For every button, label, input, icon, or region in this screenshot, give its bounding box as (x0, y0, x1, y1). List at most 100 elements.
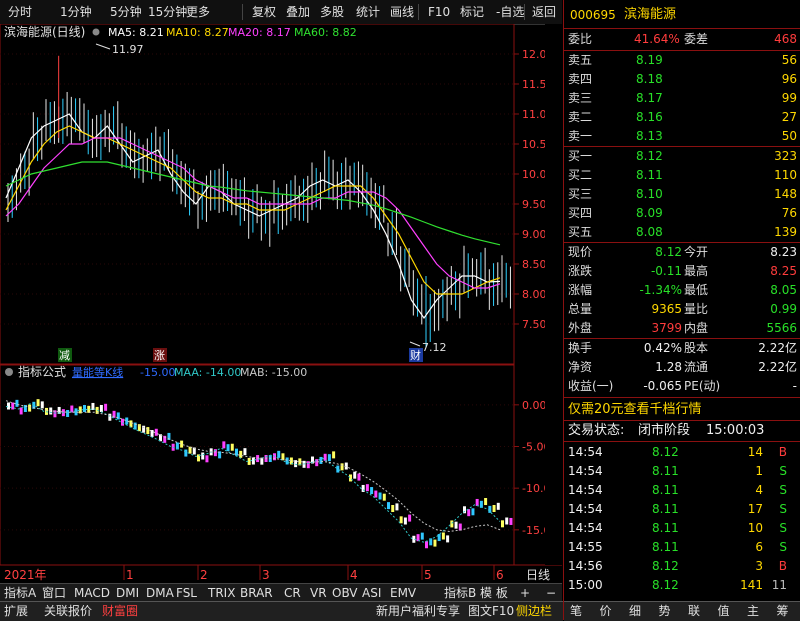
indicator-tab-16[interactable]: − (546, 584, 556, 602)
toolbar-button-5[interactable]: 复权 (252, 0, 276, 24)
tick-volume: 1 (755, 464, 763, 478)
fin-value: - (792, 379, 797, 393)
stat-label: 内盘 (684, 321, 709, 335)
status-right-1[interactable]: 图文F10 (468, 602, 514, 621)
fin-label: 换手 (568, 341, 593, 355)
time-axis-period[interactable]: 日线 (526, 568, 550, 582)
sell-price: 8.13 (636, 129, 663, 143)
sell-row[interactable]: 卖五 8.19 56 (564, 51, 800, 70)
panel-tab-5[interactable]: 值 (718, 602, 730, 621)
marker-jian[interactable]: 减 (59, 349, 70, 362)
indicator-legend-0: -15.00 (140, 366, 175, 379)
indicator-name[interactable]: 量能等K线 (72, 365, 123, 379)
indicator-bar (277, 450, 281, 458)
indicator-tab-0[interactable]: 指标A (4, 584, 36, 602)
indicator-tabs: 指标A 窗口 MACD DMI DMA FSL TRIX BRAR CR VR OBV ASI EMV 指… (0, 583, 562, 602)
panel-tab-0[interactable]: 笔 (570, 602, 582, 621)
stat-value: 8.25 (770, 264, 797, 278)
tick-time: 14:55 (568, 540, 603, 554)
indicator-tab-5[interactable]: FSL (176, 584, 197, 602)
toolbar-button-3[interactable]: 15分钟 (148, 0, 187, 24)
indicator-tab-1[interactable]: 窗口 (42, 584, 66, 602)
indicator-tab-9[interactable]: VR (310, 584, 327, 602)
panel-tab-2[interactable]: 细 (629, 602, 641, 621)
tick-price: 8.11 (652, 521, 679, 535)
toolbar-button-6[interactable]: 叠加 (286, 0, 310, 24)
indicator-tab-8[interactable]: CR (284, 584, 301, 602)
stock-code[interactable]: 000695 (570, 4, 616, 26)
toolbar-button-4[interactable]: 更多 (186, 0, 210, 24)
weibi-label: 委比 (568, 32, 593, 46)
buy-row[interactable]: 买五 8.08 139 (564, 223, 800, 242)
indicator-bar (467, 509, 471, 517)
toolbar-button-13[interactable]: 返回 (532, 0, 556, 24)
toolbar-button-10[interactable]: F10 (428, 0, 450, 24)
buy-row[interactable]: 买一 8.12 323 (564, 147, 800, 166)
indicator-tab-6[interactable]: TRIX (208, 584, 235, 602)
fin-value: 2.22亿 (758, 360, 797, 374)
indicator-bar (492, 505, 496, 512)
status-right-0[interactable]: 新用户福利专享 (376, 602, 460, 621)
indicator-bar (403, 517, 407, 525)
sell-row[interactable]: 卖二 8.16 27 (564, 108, 800, 127)
toolbar-button-1[interactable]: 1分钟 (60, 0, 92, 24)
toolbar-button-0[interactable]: 分时 (8, 0, 32, 24)
indicator-bar (488, 505, 492, 513)
buy-row[interactable]: 买二 8.11 110 (564, 166, 800, 185)
stat-row: 涨幅 -1.34% 最低 8.05 (564, 281, 800, 300)
buy-row[interactable]: 买三 8.10 148 (564, 185, 800, 204)
indicator-tab-15[interactable]: + (520, 584, 530, 602)
sell-row[interactable]: 卖一 8.13 50 (564, 127, 800, 146)
buy-level-label: 买四 (568, 206, 593, 220)
indicator-bar (285, 457, 289, 465)
indicator-tab-7[interactable]: BRAR (240, 584, 273, 602)
indicator-title[interactable]: 指标公式 (18, 364, 66, 379)
ma-menu-icon[interactable] (92, 28, 100, 36)
panel-tab-7[interactable]: 筹 (777, 602, 789, 621)
sell-row[interactable]: 卖四 8.18 96 (564, 70, 800, 89)
stock-name[interactable]: 滨海能源 (624, 4, 676, 26)
indicator-tab-2[interactable]: MACD (74, 584, 110, 602)
indicator-tab-4[interactable]: DMA (146, 584, 174, 602)
indicator-tab-13[interactable]: 指标B (444, 584, 476, 602)
sell-row[interactable]: 卖三 8.17 99 (564, 89, 800, 108)
ma-legend-1: MA10: 8.27 (166, 26, 229, 39)
buy-row[interactable]: 买四 8.09 76 (564, 204, 800, 223)
tick-row: 14:54 8.11 17 S (564, 500, 800, 519)
indicator-menu-icon[interactable] (5, 368, 13, 376)
sell-price: 8.17 (636, 91, 663, 105)
panel-tab-1[interactable]: 价 (600, 602, 612, 621)
toolbar-button-12[interactable]: -自选 (496, 0, 524, 24)
main-y-tick: 9.50 (522, 198, 547, 211)
tick-volume: 4 (755, 483, 763, 497)
indicator-tab-12[interactable]: EMV (390, 584, 416, 602)
stat-row: 现价 8.12 今开 8.23 (564, 243, 800, 262)
panel-tab-3[interactable]: 势 (659, 602, 671, 621)
toolbar-button-11[interactable]: 标记 (460, 0, 484, 24)
marker-zhang[interactable]: 涨 (154, 349, 165, 362)
status-left-0[interactable]: 扩展 (4, 602, 28, 621)
indicator-tab-10[interactable]: OBV (332, 584, 358, 602)
indicator-tab-11[interactable]: ASI (362, 584, 381, 602)
indicator-tab-3[interactable]: DMI (116, 584, 139, 602)
indicator-bar (454, 521, 458, 529)
fin-label: 收益(一) (568, 379, 614, 393)
indicator-tab-14[interactable]: 模 板 (480, 584, 508, 602)
toolbar-button-8[interactable]: 统计 (356, 0, 380, 24)
toolbar-button-7[interactable]: 多股 (320, 0, 344, 24)
status-right-2[interactable]: 侧边栏 (516, 602, 552, 621)
panel-tab-6[interactable]: 主 (747, 602, 759, 621)
fin-value: 1.28 (655, 360, 682, 374)
status-left-1[interactable]: 关联报价 (44, 602, 92, 621)
stat-value: 8.23 (770, 245, 797, 259)
indicator-bar (365, 484, 369, 492)
promo-link[interactable]: 仅需20元查看千档行情 (568, 400, 702, 420)
marker-cai[interactable]: 财 (410, 348, 421, 362)
indicator-bar (230, 443, 234, 451)
panel-tab-4[interactable]: 联 (688, 602, 700, 621)
stat-label: 涨跌 (568, 264, 593, 278)
toolbar-button-9[interactable]: 画线 (390, 0, 414, 24)
status-left-2[interactable]: 财富圈 (102, 602, 138, 621)
tick-row: 14:55 8.11 6 S (564, 538, 800, 557)
toolbar-button-2[interactable]: 5分钟 (110, 0, 142, 24)
